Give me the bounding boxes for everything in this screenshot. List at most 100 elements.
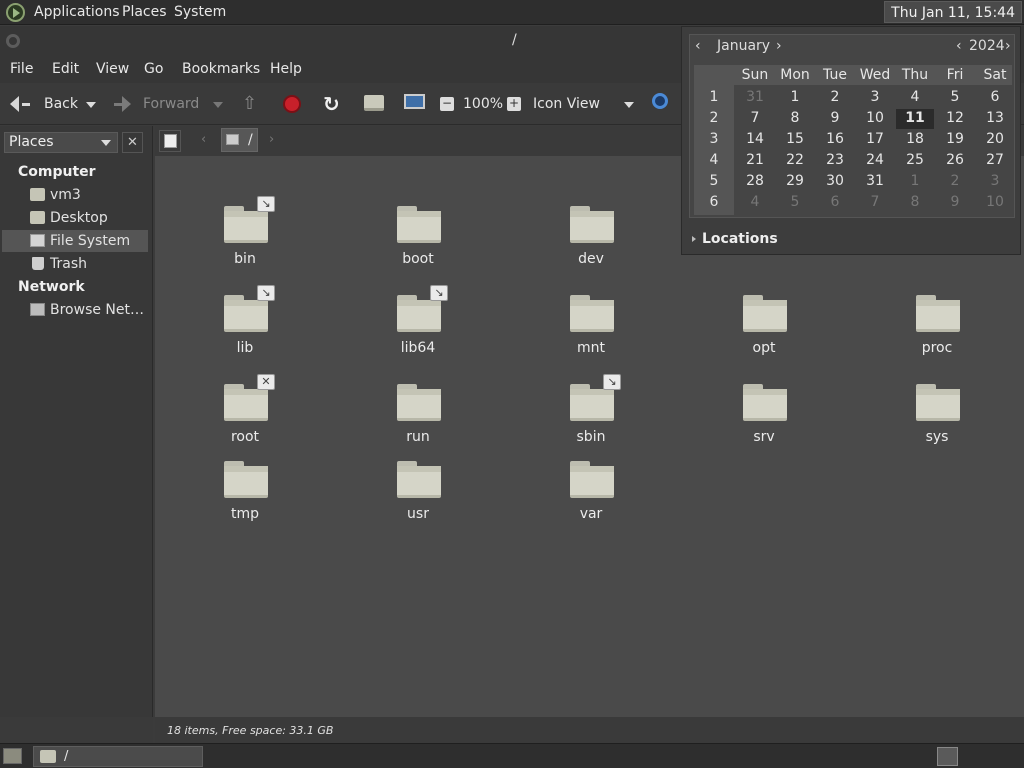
calendar-day[interactable]: 3 (856, 88, 894, 108)
calendar-day[interactable]: 23 (816, 151, 854, 171)
computer-button[interactable] (404, 94, 425, 109)
prev-year-button[interactable]: ‹ (956, 38, 962, 54)
calendar-day[interactable]: 9 (816, 109, 854, 129)
calendar-day[interactable]: 13 (976, 109, 1014, 129)
calendar-day[interactable]: 1 (896, 172, 934, 192)
calendar-day[interactable]: 3 (976, 172, 1014, 192)
menu-places[interactable]: Places (122, 4, 167, 20)
calendar-day[interactable]: 25 (896, 151, 934, 171)
zoom-level[interactable]: 100% (463, 96, 503, 112)
prev-month-button[interactable]: ‹ (695, 38, 701, 54)
file-item-sbin[interactable]: ↘ sbin (541, 372, 641, 450)
calendar-day[interactable]: 2 (936, 172, 974, 192)
calendar-day[interactable]: 28 (736, 172, 774, 192)
locations-expander[interactable]: Locations (702, 231, 778, 247)
file-item-dev[interactable]: dev (541, 194, 641, 272)
close-sidebar-button[interactable]: ✕ (122, 132, 143, 153)
file-item-root[interactable]: ✕ root (195, 372, 295, 450)
calendar-day[interactable]: 19 (936, 130, 974, 150)
calendar-day[interactable]: 12 (936, 109, 974, 129)
calendar-day[interactable]: 7 (856, 193, 894, 213)
menu-bookmarks[interactable]: Bookmarks (182, 61, 260, 77)
file-item-tmp[interactable]: tmp (195, 449, 295, 527)
next-year-button[interactable]: › (1005, 38, 1011, 54)
calendar-day[interactable]: 31 (736, 88, 774, 108)
sidebar-item-desktop[interactable]: Desktop (2, 207, 148, 229)
calendar-day[interactable]: 2 (816, 88, 854, 108)
calendar-day[interactable]: 10 (856, 109, 894, 129)
path-button-root[interactable]: / (221, 128, 258, 152)
calendar-day[interactable]: 8 (896, 193, 934, 213)
calendar-day[interactable]: 4 (896, 88, 934, 108)
file-item-lib[interactable]: ↘ lib (195, 283, 295, 361)
calendar-day[interactable]: 31 (856, 172, 894, 192)
show-desktop-icon[interactable] (3, 748, 22, 764)
file-item-run[interactable]: run (368, 372, 468, 450)
calendar-day[interactable]: 8 (776, 109, 814, 129)
file-item-sys[interactable]: sys (887, 372, 987, 450)
back-button[interactable]: Back (10, 96, 78, 112)
sidebar-item-trash[interactable]: Trash (2, 253, 148, 275)
calendar-day[interactable]: 20 (976, 130, 1014, 150)
calendar-day[interactable]: 14 (736, 130, 774, 150)
calendar-day[interactable]: 24 (856, 151, 894, 171)
taskbar-window-button[interactable]: / (33, 746, 203, 767)
menu-help[interactable]: Help (270, 61, 302, 77)
calendar-day-today[interactable]: 11 (896, 109, 934, 129)
search-button[interactable] (652, 93, 668, 109)
file-item-mnt[interactable]: mnt (541, 283, 641, 361)
window-menu-icon[interactable] (6, 34, 20, 48)
calendar-day[interactable]: 1 (776, 88, 814, 108)
menu-applications[interactable]: Applications (34, 4, 120, 20)
back-history-dropdown[interactable] (86, 102, 96, 108)
sidebar-item-browse-network[interactable]: Browse Net… (2, 299, 148, 321)
file-item-lib64[interactable]: ↘ lib64 (368, 283, 468, 361)
up-button[interactable]: ⇧ (242, 93, 257, 114)
path-forward-arrow-icon[interactable]: › (269, 132, 274, 147)
forward-button[interactable]: Forward (114, 96, 199, 112)
file-item-bin[interactable]: ↘ bin (195, 194, 295, 272)
calendar-day[interactable]: 27 (976, 151, 1014, 171)
reload-button[interactable]: ↻ (323, 92, 340, 116)
calendar-day[interactable]: 5 (936, 88, 974, 108)
sidebar-item-file-system[interactable]: File System (2, 230, 148, 252)
sidebar-item-vm3[interactable]: vm3 (2, 184, 148, 206)
clock[interactable]: Thu Jan 11, 15:44 (884, 1, 1022, 23)
calendar-day[interactable]: 22 (776, 151, 814, 171)
file-item-var[interactable]: var (541, 449, 641, 527)
file-item-opt[interactable]: opt (714, 283, 814, 361)
calendar-day[interactable]: 10 (976, 193, 1014, 213)
calendar-day[interactable]: 17 (856, 130, 894, 150)
view-mode-dropdown[interactable] (624, 102, 634, 108)
menu-view[interactable]: View (96, 61, 129, 77)
zoom-in-button[interactable]: + (507, 97, 521, 111)
calendar-day[interactable]: 15 (776, 130, 814, 150)
file-item-proc[interactable]: proc (887, 283, 987, 361)
menu-edit[interactable]: Edit (52, 61, 79, 77)
next-month-button[interactable]: › (776, 38, 782, 54)
calendar-day[interactable]: 9 (936, 193, 974, 213)
home-button[interactable] (364, 95, 384, 111)
menu-go[interactable]: Go (144, 61, 163, 77)
calendar-day[interactable]: 16 (816, 130, 854, 150)
calendar-day[interactable]: 21 (736, 151, 774, 171)
expander-arrow-icon[interactable] (692, 236, 696, 242)
forward-history-dropdown[interactable] (213, 102, 223, 108)
calendar-day[interactable]: 7 (736, 109, 774, 129)
edit-location-button[interactable] (159, 130, 181, 152)
calendar-day[interactable]: 26 (936, 151, 974, 171)
file-item-usr[interactable]: usr (368, 449, 468, 527)
menu-file[interactable]: File (10, 61, 33, 77)
sidebar-selector[interactable]: Places (4, 132, 118, 153)
file-item-srv[interactable]: srv (714, 372, 814, 450)
menu-system[interactable]: System (174, 4, 226, 20)
file-item-boot[interactable]: boot (368, 194, 468, 272)
path-back-arrow-icon[interactable]: ‹ (201, 132, 206, 147)
calendar-day[interactable]: 18 (896, 130, 934, 150)
calendar-day[interactable]: 4 (736, 193, 774, 213)
workspace-switcher-icon[interactable] (937, 747, 958, 766)
calendar-day[interactable]: 5 (776, 193, 814, 213)
view-mode-select[interactable]: Icon View (533, 96, 600, 112)
calendar-day[interactable]: 6 (816, 193, 854, 213)
applications-logo-icon[interactable] (6, 3, 25, 22)
